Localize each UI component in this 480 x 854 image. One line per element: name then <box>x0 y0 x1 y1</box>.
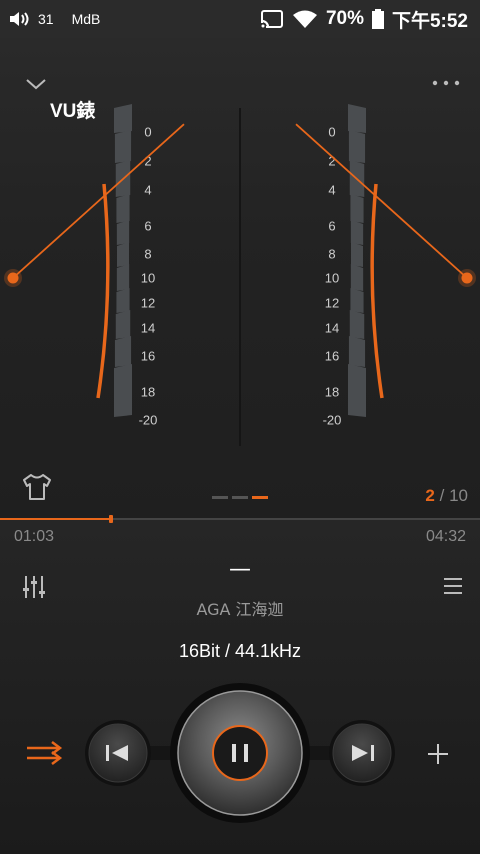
seek-bar-thumb[interactable] <box>109 515 114 523</box>
right-scale-segment <box>350 264 364 291</box>
right-scale-segment <box>348 130 366 163</box>
more-options-icon[interactable] <box>430 76 462 90</box>
left-pivot <box>7 272 19 284</box>
left-scale-segment <box>114 364 132 417</box>
audio-format: 16Bit / 44.1kHz <box>178 641 302 661</box>
volume-icon <box>10 12 29 26</box>
seek-bar-fill <box>0 518 112 520</box>
left-scale-segment <box>114 336 132 367</box>
meter-pager[interactable]: 2 / 10 <box>425 486 468 506</box>
right-scale-segment <box>348 104 366 133</box>
left-scale-segment <box>114 130 132 163</box>
right-scale-label: 16 <box>325 348 339 363</box>
total-time: 04:32 <box>425 528 466 545</box>
page-dot-active <box>252 496 268 499</box>
right-scale-segment <box>350 220 364 245</box>
left-arc-meter <box>96 183 110 399</box>
shuffle-icon[interactable] <box>24 738 64 768</box>
right-scale-label: 10 <box>325 270 339 285</box>
cast-icon <box>259 10 283 29</box>
pager-current: 2 <box>425 486 435 505</box>
track-title: — <box>229 557 251 582</box>
left-scale: 024681012141618-20 <box>114 104 157 427</box>
left-scale-label: 16 <box>141 348 155 363</box>
left-scale-label: 10 <box>141 270 155 285</box>
plus-icon[interactable] <box>424 740 452 768</box>
left-scale-segment <box>117 242 129 267</box>
artist-name: AGA 江海迦 <box>196 600 284 619</box>
right-scale-segment <box>350 288 364 313</box>
right-scale-segment <box>349 310 365 339</box>
right-scale-label: 8 <box>328 246 335 261</box>
skin-shirt-icon[interactable] <box>20 470 54 504</box>
right-arc-meter <box>370 183 384 399</box>
wifi-icon <box>292 10 317 28</box>
right-scale-label: 0 <box>328 124 335 139</box>
battery-percent: 70% <box>325 8 364 29</box>
right-scale-label: 14 <box>325 320 339 335</box>
left-scale-segment <box>114 104 132 133</box>
seek-bar[interactable] <box>0 515 480 523</box>
right-scale-segment <box>348 336 366 367</box>
page-indicator <box>212 496 268 499</box>
left-scale-label: -20 <box>139 412 158 427</box>
left-scale-label: 4 <box>144 182 151 197</box>
left-scale-label: 8 <box>144 246 151 261</box>
clock: 下午5:52 <box>391 10 468 32</box>
pager-separator: / <box>439 486 445 505</box>
right-pivot <box>461 272 473 284</box>
left-scale-label: 14 <box>141 320 155 335</box>
pause-button[interactable] <box>212 725 268 781</box>
right-scale-segment <box>350 194 364 223</box>
status-bar: 31 MdB 70% 下午5:52 <box>0 0 480 38</box>
right-scale-label: 18 <box>325 384 339 399</box>
left-scale-label: 0 <box>144 124 151 139</box>
battery-icon <box>371 9 384 29</box>
left-scale-label: 18 <box>141 384 155 399</box>
left-scale-segment <box>116 288 130 313</box>
notification-count: 31 <box>38 11 54 27</box>
left-needle <box>12 123 185 279</box>
app-label: MdB <box>71 11 101 27</box>
elapsed-time: 01:03 <box>14 528 55 545</box>
transport-controls <box>85 683 395 823</box>
vu-meter-graphic: 024681012141618-20 024681012141618-20 <box>4 104 476 446</box>
right-scale-label: 4 <box>328 182 335 197</box>
left-scale-segment <box>115 310 131 339</box>
page-dot <box>212 496 228 499</box>
page-dot <box>232 496 248 499</box>
right-scale-segment <box>351 242 363 267</box>
left-scale-segment <box>116 194 130 223</box>
right-scale-segment <box>348 364 366 417</box>
left-scale-label: 6 <box>144 218 151 233</box>
left-scale-label: 12 <box>141 295 155 310</box>
collapse-chevron-icon[interactable] <box>24 74 48 94</box>
left-scale-segment <box>116 264 130 291</box>
right-scale-label: 12 <box>325 295 339 310</box>
right-scale: 024681012141618-20 <box>323 104 366 427</box>
right-scale-label: 6 <box>328 218 335 233</box>
right-scale-label: -20 <box>323 412 342 427</box>
left-scale-segment <box>116 220 130 245</box>
pager-total: 10 <box>449 486 468 505</box>
right-needle <box>295 123 468 279</box>
